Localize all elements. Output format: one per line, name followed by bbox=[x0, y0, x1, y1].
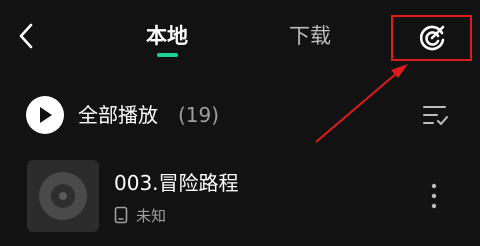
song-meta: 未知 bbox=[114, 204, 166, 226]
chevron-left-icon bbox=[19, 23, 33, 49]
song-count: (19) bbox=[178, 103, 220, 127]
scan-clean-icon bbox=[419, 25, 444, 51]
disc-icon bbox=[39, 172, 87, 220]
more-options-button[interactable] bbox=[424, 180, 444, 212]
sort-list-icon bbox=[423, 106, 448, 125]
active-tab-indicator bbox=[157, 53, 178, 57]
song-title: 003.冒险路程 bbox=[114, 171, 239, 195]
play-all-button[interactable] bbox=[26, 96, 64, 134]
play-all-label: 全部播放 bbox=[78, 103, 158, 127]
play-all-row[interactable]: 全部播放 (19) bbox=[0, 92, 480, 138]
more-vertical-icon bbox=[431, 183, 437, 209]
album-cover bbox=[27, 160, 99, 232]
top-bar: 本地 下载 bbox=[0, 0, 480, 80]
song-artist: 未知 bbox=[136, 206, 167, 225]
phone-icon bbox=[114, 206, 128, 224]
sort-button[interactable] bbox=[420, 100, 450, 130]
back-button[interactable] bbox=[12, 20, 40, 52]
play-icon bbox=[40, 107, 52, 123]
tab-local[interactable]: 本地 bbox=[146, 20, 188, 52]
scan-button[interactable] bbox=[391, 15, 472, 61]
tab-download[interactable]: 下载 bbox=[289, 20, 331, 52]
list-item[interactable]: 003.冒险路程 未知 bbox=[0, 158, 480, 246]
